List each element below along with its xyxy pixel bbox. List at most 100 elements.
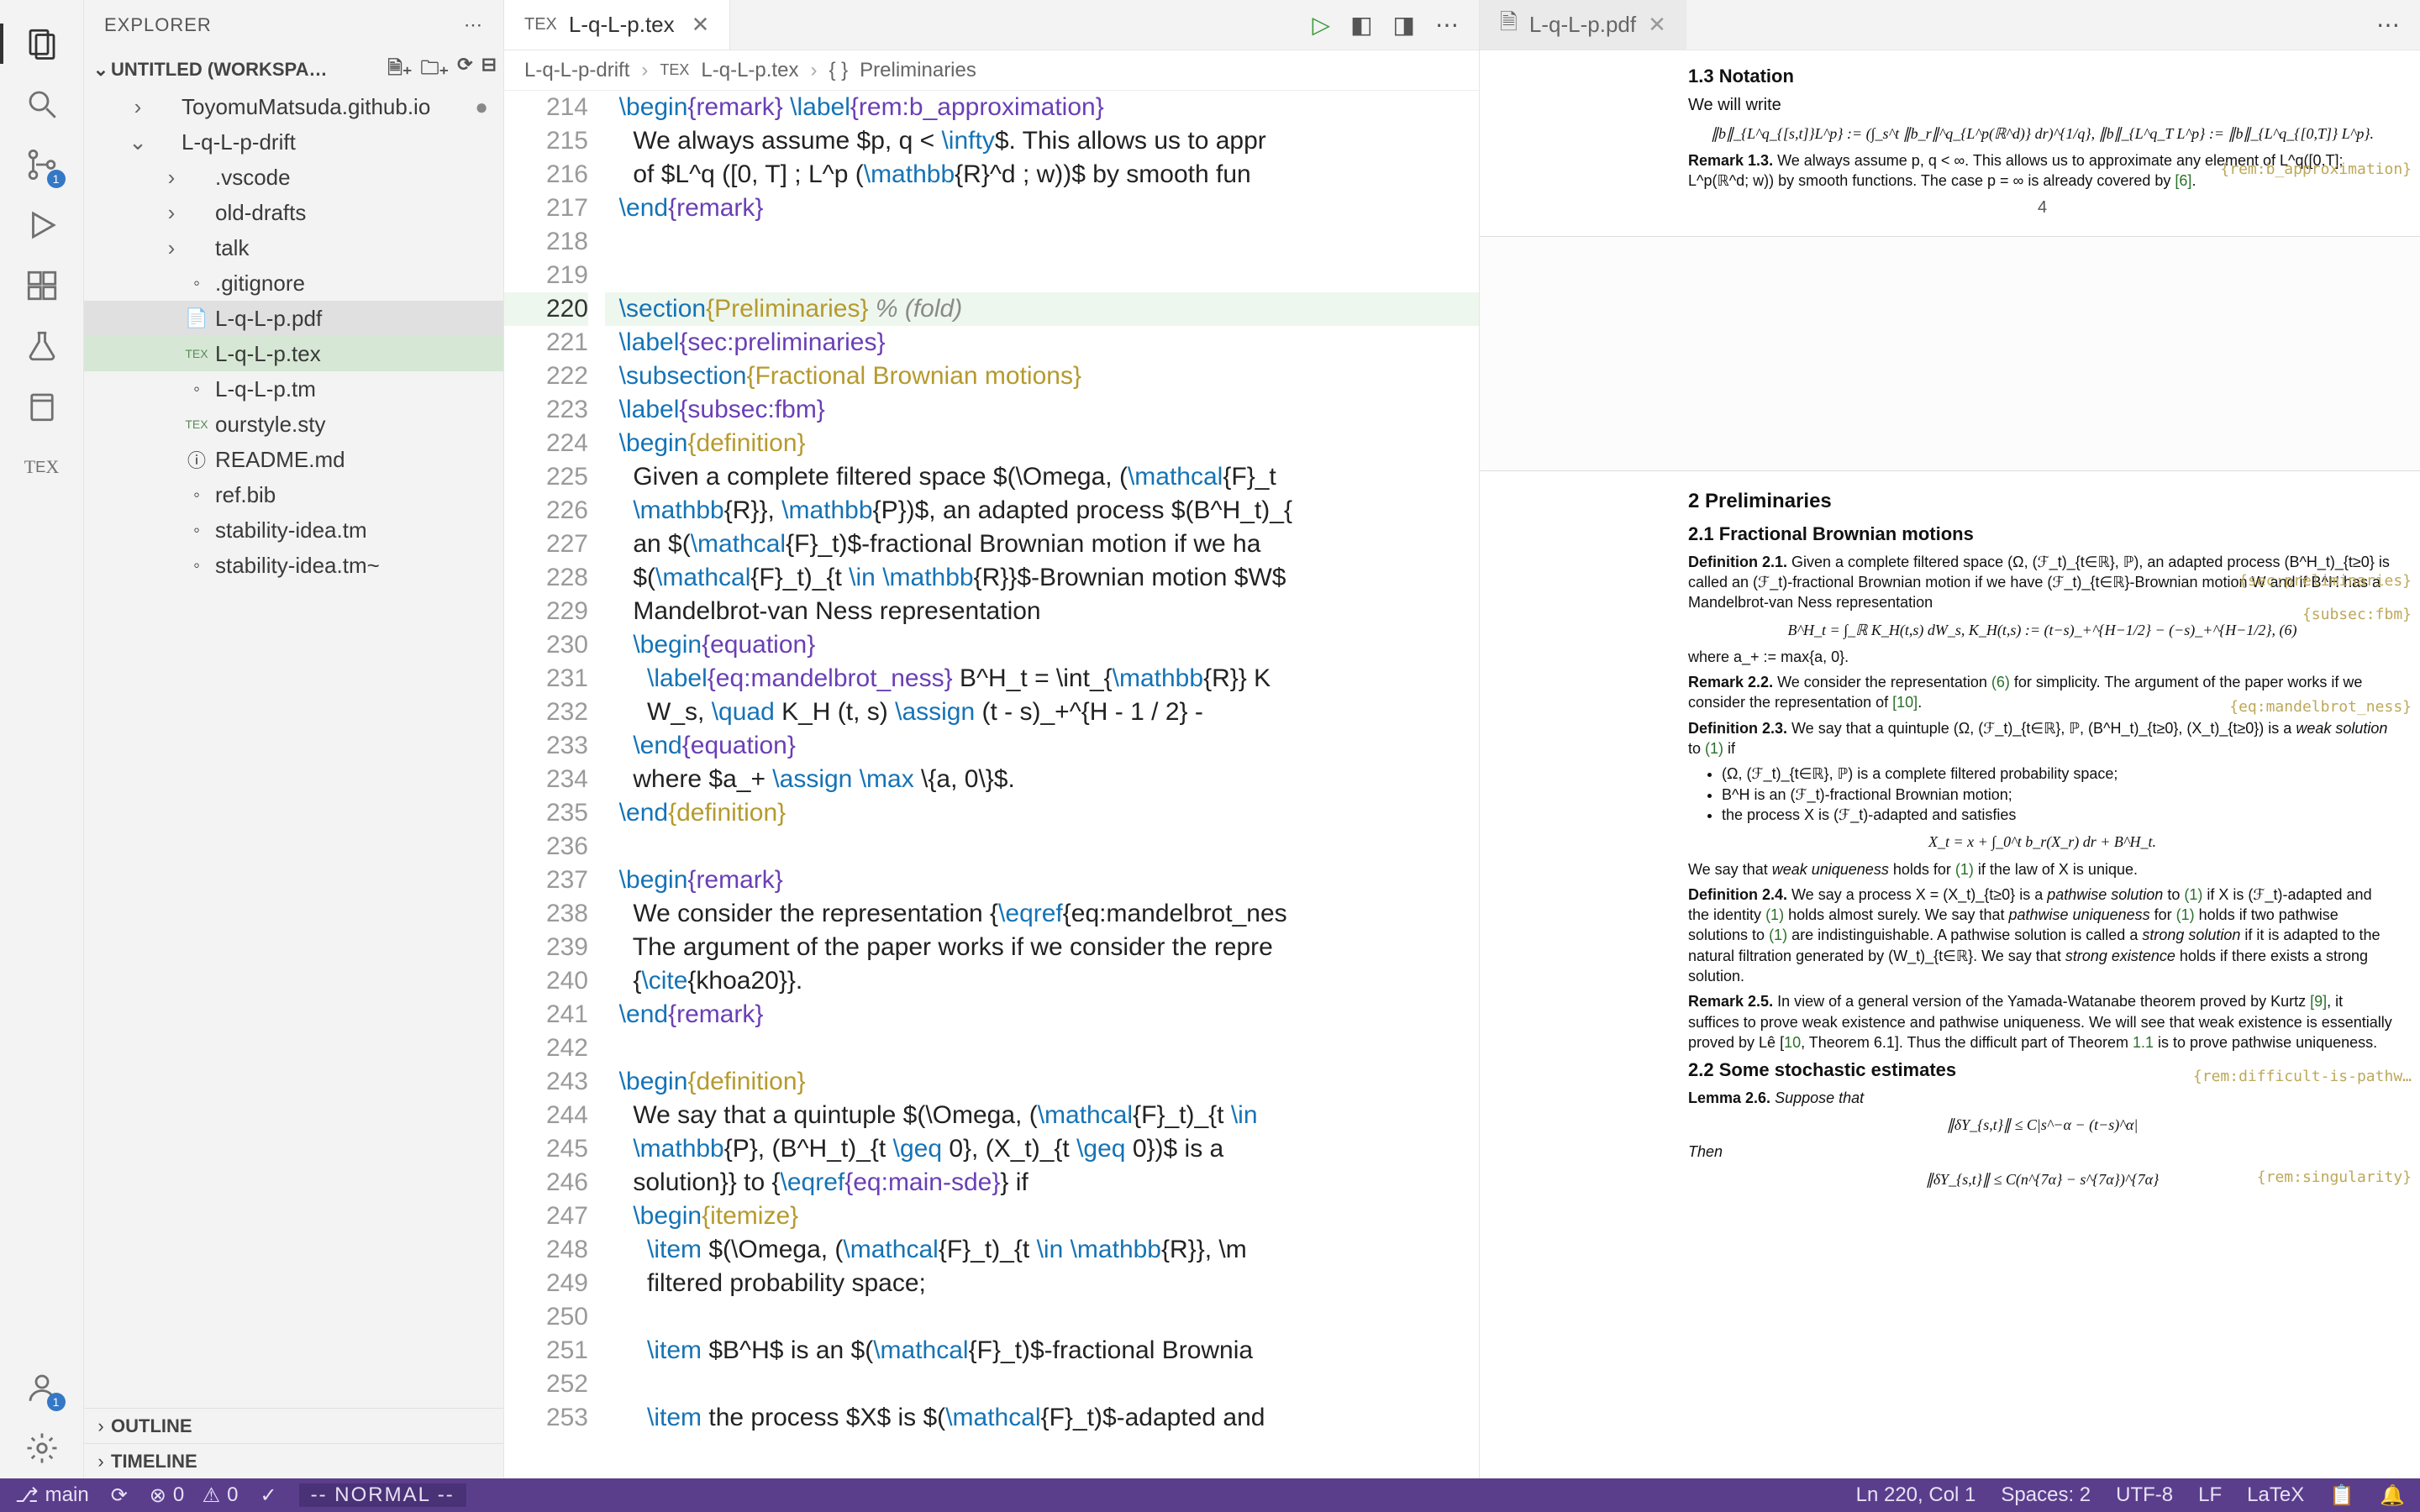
synctex-label: {rem:b_approximation} bbox=[2220, 160, 2412, 180]
pdf-text: We will write bbox=[1688, 94, 2396, 117]
pdf-link[interactable]: [6] bbox=[2175, 172, 2191, 189]
tex-icon[interactable]: TEX bbox=[22, 447, 62, 487]
breadcrumb-item[interactable]: Preliminaries bbox=[860, 59, 976, 82]
activity-bar: 1 TEX 1 bbox=[0, 0, 84, 1478]
pdf-link[interactable]: (1) bbox=[1705, 740, 1723, 757]
list-item: (Ω, (ℱ_t)_{t∈ℝ}, ℙ) is a complete filter… bbox=[1722, 764, 2396, 784]
encoding[interactable]: UTF-8 bbox=[2116, 1483, 2173, 1508]
tree-file[interactable]: ◦stability-idea.tm~ bbox=[84, 548, 503, 583]
preview-more-icon[interactable]: ⋯ bbox=[2376, 12, 2400, 38]
tree-file[interactable]: TEXourstyle.sty bbox=[84, 407, 503, 442]
cursor-position[interactable]: Ln 220, Col 1 bbox=[1856, 1483, 1976, 1508]
new-file-icon[interactable]: 🗎₊ bbox=[387, 54, 412, 86]
chevron-right-icon[interactable]: › bbox=[91, 1415, 111, 1437]
tree-file[interactable]: ◦ref.bib bbox=[84, 477, 503, 512]
beaker-icon[interactable] bbox=[22, 326, 62, 366]
vim-mode: -- NORMAL -- bbox=[299, 1483, 466, 1507]
settings-gear-icon[interactable] bbox=[22, 1428, 62, 1468]
scm-badge: 1 bbox=[47, 170, 66, 188]
pdf-text: . bbox=[1918, 694, 1922, 711]
tree-folder[interactable]: ›.vscode bbox=[84, 160, 503, 195]
pdf-text: Then bbox=[1688, 1143, 1723, 1160]
tree-folder[interactable]: ›ToyomuMatsuda.github.io● bbox=[84, 89, 503, 124]
breadcrumb-item[interactable]: L-q-L-p.tex bbox=[701, 59, 798, 82]
pdf-text: Definition 2.1. bbox=[1688, 554, 1787, 570]
pdf-link[interactable]: (1) bbox=[1765, 906, 1784, 923]
close-tab-icon[interactable]: ✕ bbox=[1648, 12, 1666, 38]
timeline-section[interactable]: TIMELINE bbox=[111, 1451, 197, 1473]
run-debug-icon[interactable] bbox=[22, 205, 62, 245]
warning-count: 0 bbox=[227, 1483, 238, 1507]
sidebar-more-icon[interactable]: ⋯ bbox=[464, 14, 483, 36]
tree-file[interactable]: ◦L-q-L-p.tm bbox=[84, 371, 503, 407]
tree-folder[interactable]: ›talk bbox=[84, 230, 503, 265]
check-icon[interactable]: ✓ bbox=[260, 1483, 276, 1508]
pdf-text: weak uniqueness bbox=[1772, 861, 1889, 878]
pdf-equation: ∥δY_{s,t}∥ ≤ C|s^−α − (t−s)^α| bbox=[1688, 1115, 2396, 1135]
pdf-text: We say that bbox=[1688, 861, 1772, 878]
split-icon[interactable]: ◧ bbox=[1350, 11, 1372, 39]
language-mode[interactable]: LaTeX bbox=[2247, 1483, 2304, 1508]
pdf-link[interactable]: (6) bbox=[1991, 674, 2010, 690]
chevron-down-icon[interactable]: ⌄ bbox=[91, 59, 111, 81]
tab-more-icon[interactable]: ⋯ bbox=[1435, 11, 1459, 39]
pdf-text: strong solution bbox=[2142, 927, 2240, 943]
close-tab-icon[interactable]: ✕ bbox=[692, 12, 710, 38]
breadcrumb-item[interactable]: L-q-L-p-drift bbox=[524, 59, 629, 82]
pdf-link[interactable]: (1) bbox=[1769, 927, 1787, 943]
sync-icon[interactable]: ⟳ bbox=[111, 1483, 128, 1508]
preview-pane: 🗎 L-q-L-p.pdf ✕ ⋯ 1.3 Notation We will w… bbox=[1479, 0, 2420, 1478]
synctex-label: {rem:difficult-is-pathw… bbox=[2193, 1067, 2412, 1087]
sidebar-title: EXPLORER bbox=[104, 14, 212, 36]
git-branch[interactable]: ⎇ main bbox=[15, 1483, 89, 1508]
run-icon[interactable]: ▷ bbox=[1313, 11, 1331, 39]
indentation[interactable]: Spaces: 2 bbox=[2001, 1483, 2091, 1508]
pdf-text: We say that a quintuple (Ω, (ℱ_t)_{t∈ℝ},… bbox=[1787, 720, 2296, 737]
pdf-link[interactable]: [10] bbox=[1892, 694, 1918, 711]
search-icon[interactable] bbox=[22, 84, 62, 124]
refresh-icon[interactable]: ⟳ bbox=[457, 54, 472, 86]
breadcrumb[interactable]: L-q-L-p-drift› TEX L-q-L-p.tex› { } Prel… bbox=[504, 50, 1479, 91]
pdf-text: holds for bbox=[1889, 861, 1955, 878]
editor-tab[interactable]: TEX L-q-L-p.tex ✕ bbox=[504, 0, 730, 50]
branch-name: main bbox=[45, 1483, 89, 1507]
tree-folder[interactable]: ›old-drafts bbox=[84, 195, 503, 230]
code-editor[interactable]: 2142152162172182192202212222232242252262… bbox=[504, 91, 1479, 1478]
tree-file[interactable]: 📄L-q-L-p.pdf bbox=[84, 301, 503, 336]
list-item: B^H is an (ℱ_t)-fractional Brownian moti… bbox=[1722, 785, 2396, 805]
extensions-icon[interactable] bbox=[22, 265, 62, 306]
list-item: the process X is (ℱ_t)-adapted and satis… bbox=[1722, 805, 2396, 825]
tree-file[interactable]: ◦.gitignore bbox=[84, 265, 503, 301]
pdf-link[interactable]: 10 bbox=[1784, 1034, 1801, 1051]
tree-file[interactable]: ◦stability-idea.tm bbox=[84, 512, 503, 548]
problems[interactable]: ⊗ 0 ⚠ 0 bbox=[150, 1483, 239, 1508]
pdf-link[interactable]: [9] bbox=[2310, 993, 2327, 1010]
bell-icon[interactable]: 🔔 bbox=[2380, 1483, 2405, 1508]
eol[interactable]: LF bbox=[2198, 1483, 2222, 1508]
pdf-link[interactable]: (1) bbox=[1955, 861, 1974, 878]
outline-section[interactable]: OUTLINE bbox=[111, 1415, 192, 1437]
book-icon[interactable] bbox=[22, 386, 62, 427]
feedback-icon[interactable]: 📋 bbox=[2329, 1483, 2354, 1508]
collapse-icon[interactable]: ⊟ bbox=[481, 54, 497, 86]
pdf-link[interactable]: 1.1 bbox=[2133, 1034, 2154, 1051]
explorer-icon[interactable] bbox=[22, 24, 62, 64]
pdf-link[interactable]: (1) bbox=[2176, 906, 2195, 923]
tree-file[interactable]: ⓘREADME.md bbox=[84, 442, 503, 477]
account-icon[interactable]: 1 bbox=[22, 1368, 62, 1408]
pdf-text: Definition 2.3. bbox=[1688, 720, 1787, 737]
new-folder-icon[interactable]: 🗀₊ bbox=[421, 54, 450, 86]
pdf-equation: B^H_t = ∫_ℝ K_H(t,s) dW_s, K_H(t,s) := (… bbox=[1688, 620, 2396, 640]
split-right-icon[interactable]: ◨ bbox=[1393, 11, 1415, 39]
pdf-text: We say a process X = (X_t)_{t≥0} is a bbox=[1787, 886, 2047, 903]
file-tree: ›ToyomuMatsuda.github.io●⌄L-q-L-p-drift›… bbox=[84, 89, 503, 1408]
tree-folder[interactable]: ⌄L-q-L-p-drift bbox=[84, 124, 503, 160]
workspace-name: UNTITLED (WORKSPA… bbox=[111, 59, 327, 81]
error-count: 0 bbox=[173, 1483, 184, 1507]
pdf-link[interactable]: (1) bbox=[2184, 886, 2202, 903]
chevron-right-icon[interactable]: › bbox=[91, 1451, 111, 1473]
pdf-text: to bbox=[2163, 886, 2184, 903]
preview-tab[interactable]: 🗎 L-q-L-p.pdf ✕ bbox=[1480, 0, 1686, 50]
tree-file[interactable]: TEXL-q-L-p.tex bbox=[84, 336, 503, 371]
source-control-icon[interactable]: 1 bbox=[22, 144, 62, 185]
